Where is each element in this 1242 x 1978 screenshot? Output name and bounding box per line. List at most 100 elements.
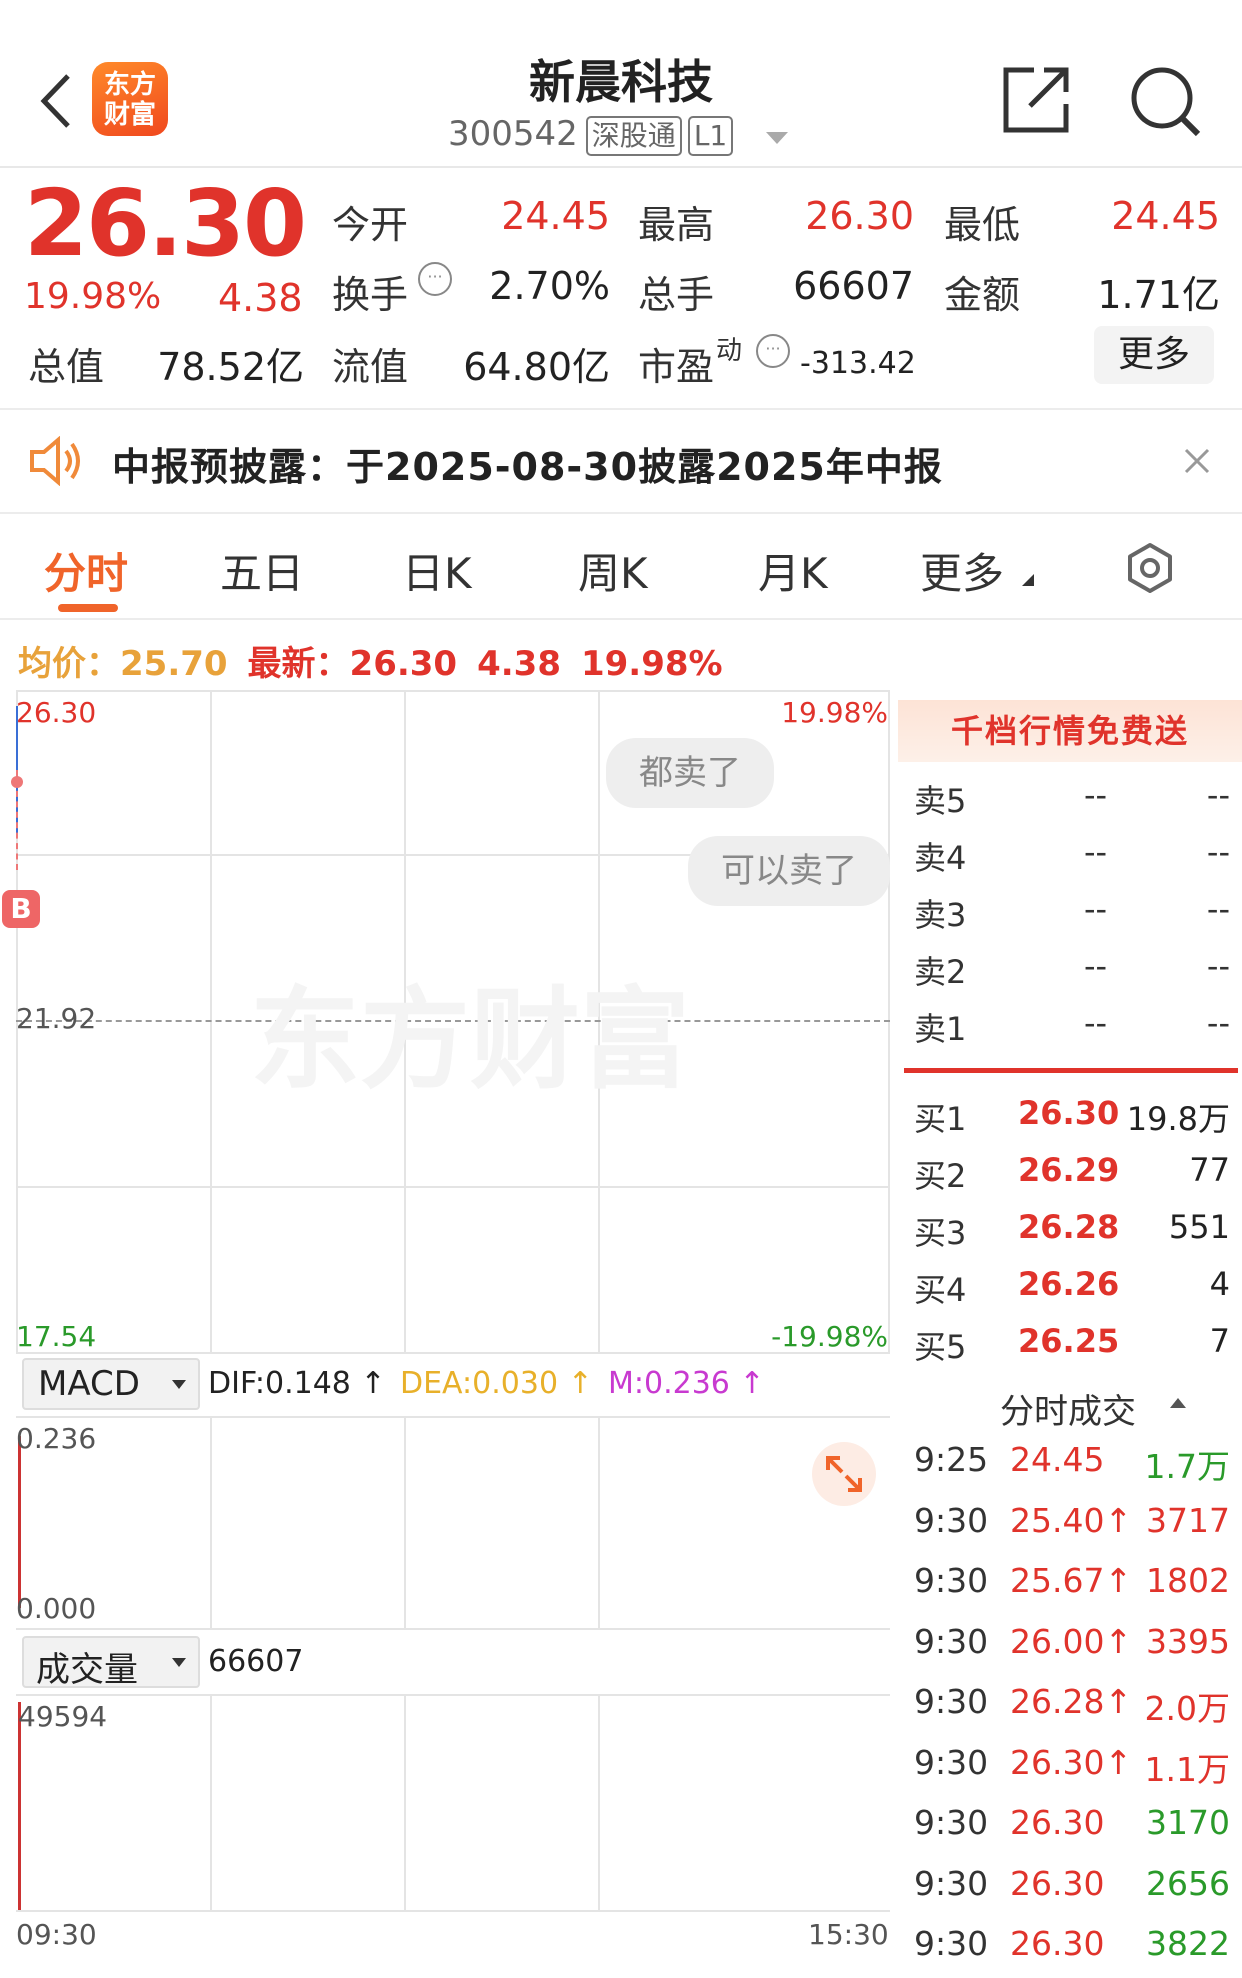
trade-price: 26.30↑ xyxy=(1010,1742,1133,1782)
grid-line xyxy=(598,1694,600,1912)
bid-row[interactable]: 买1 26.30 19.8万 xyxy=(914,1094,1230,1142)
y-bot-label: 17.54 xyxy=(16,1320,97,1353)
ask-qty: -- xyxy=(1206,947,1230,985)
open-value: 24.45 xyxy=(501,194,610,238)
pe-sup: 动 xyxy=(716,336,743,366)
x-end-label: 15:30 xyxy=(808,1918,889,1951)
comment-bubble[interactable]: 可以卖了 xyxy=(688,836,890,906)
expand-arrows-icon xyxy=(826,1456,862,1492)
grid-line xyxy=(210,1416,212,1630)
trade-row[interactable]: 9:30 26.30 2656 xyxy=(914,1864,1230,1914)
trade-qty: 1.1万 xyxy=(1144,1749,1230,1789)
tab-more[interactable]: 更多 xyxy=(920,540,1004,601)
ask-price: -- xyxy=(1084,890,1108,928)
trade-price: 24.45 xyxy=(1010,1440,1105,1479)
search-icon[interactable] xyxy=(1126,62,1206,142)
trade-row[interactable]: 9:30 26.00↑ 3395 xyxy=(914,1622,1230,1672)
ask-row[interactable]: 卖4 -- -- xyxy=(914,833,1230,881)
ask-row[interactable]: 卖1 -- -- xyxy=(914,1004,1230,1052)
bid-row[interactable]: 买3 26.28 551 xyxy=(914,1208,1230,1256)
notice-text[interactable]: 中报预披露：于2025-08-30披露2025年中报 xyxy=(112,436,943,491)
stock-code-line[interactable]: 300542 深股通 L1 xyxy=(448,114,734,156)
speaker-icon xyxy=(30,436,80,486)
price-chart[interactable]: 东方财富 B 26.30 19.98% 21.92 17.54 -19.98% … xyxy=(2,690,890,1354)
tab-week-k[interactable]: 周K xyxy=(578,540,648,601)
bid-row[interactable]: 买2 26.29 77 xyxy=(914,1151,1230,1199)
book-divider xyxy=(904,1068,1238,1073)
trade-row[interactable]: 9:30 26.30↑ 1.1万 xyxy=(914,1743,1230,1793)
grid-line xyxy=(16,1694,890,1696)
grid-line xyxy=(16,1910,890,1912)
macd-bar xyxy=(18,1436,21,1608)
ask-qty: -- xyxy=(1206,833,1230,871)
volume-selector[interactable]: 成交量 xyxy=(22,1636,200,1690)
bid-label: 买4 xyxy=(914,1271,967,1309)
chevron-up-icon[interactable] xyxy=(1170,1398,1186,1408)
chevron-down-icon xyxy=(172,1380,186,1389)
trade-row[interactable]: 9:30 26.30 3170 xyxy=(914,1803,1230,1853)
ask-qty: -- xyxy=(1206,1004,1230,1042)
trade-price: 26.30 xyxy=(1010,1803,1105,1842)
promo-banner[interactable]: 千档行情免费送 xyxy=(898,700,1242,762)
avg-value: 25.70 xyxy=(120,644,228,684)
ask-row[interactable]: 卖5 -- -- xyxy=(914,776,1230,824)
mcap-label: 总值 xyxy=(28,345,105,389)
y-mid-label: 21.92 xyxy=(16,1002,97,1035)
trade-row[interactable]: 9:30 25.40↑ 3717 xyxy=(914,1501,1230,1551)
volume-y-top: 49594 xyxy=(18,1700,108,1733)
ask-row[interactable]: 卖2 -- -- xyxy=(914,947,1230,995)
high-value: 26.30 xyxy=(805,194,914,238)
macd-chart[interactable]: 0.236 0.000 xyxy=(16,1416,890,1630)
macd-y-bot: 0.000 xyxy=(16,1592,97,1625)
macd-selector[interactable]: MACD xyxy=(22,1358,200,1410)
trades-header[interactable]: 分时成交 xyxy=(1000,1384,1136,1433)
volume-value: 66607 xyxy=(793,264,914,308)
bid-row[interactable]: 买5 26.25 7 xyxy=(914,1322,1230,1370)
more-button[interactable]: 更多 xyxy=(1094,326,1214,384)
grid-line xyxy=(404,1694,406,1912)
ask-label: 卖1 xyxy=(914,1010,967,1048)
pe-label: 市盈 xyxy=(638,345,715,389)
comment-bubble[interactable]: 都卖了 xyxy=(606,738,774,808)
bid-price: 26.25 xyxy=(1018,1322,1120,1360)
tab-month-k[interactable]: 月K xyxy=(758,540,828,601)
info-dots-icon[interactable]: ··· xyxy=(756,334,790,368)
trade-row[interactable]: 9:30 25.67↑ 1802 xyxy=(914,1561,1230,1611)
latest-pct: 19.98% xyxy=(580,644,723,684)
ask-row[interactable]: 卖3 -- -- xyxy=(914,890,1230,938)
divider xyxy=(0,408,1242,410)
close-icon[interactable] xyxy=(1184,448,1210,474)
trade-time: 9:25 xyxy=(914,1440,989,1479)
trade-qty: 1.7万 xyxy=(1144,1447,1230,1486)
ask-label: 卖2 xyxy=(914,953,967,991)
tab-five-day[interactable]: 五日 xyxy=(220,540,304,601)
share-icon[interactable] xyxy=(1000,62,1076,136)
trade-time: 9:30 xyxy=(914,1500,989,1540)
trade-row[interactable]: 9:30 26.28↑ 2.0万 xyxy=(914,1682,1230,1732)
chevron-down-icon[interactable] xyxy=(766,132,788,144)
tab-day-k[interactable]: 日K xyxy=(402,540,472,601)
low-label: 最低 xyxy=(944,203,1021,247)
trade-qty: 3822 xyxy=(1146,1924,1230,1963)
connect-tag: 深股通 xyxy=(585,115,682,156)
expand-icon[interactable] xyxy=(812,1442,876,1506)
trade-row[interactable]: 9:25 24.45 1.7万 xyxy=(914,1440,1230,1490)
volume-chart[interactable]: 49594 xyxy=(16,1694,890,1912)
trade-row[interactable]: 9:30 26.30 3822 xyxy=(914,1924,1230,1974)
level-tag: L1 xyxy=(687,115,734,156)
macd-label: MACD xyxy=(38,1364,140,1404)
price-dot xyxy=(11,776,23,788)
trade-time: 9:30 xyxy=(914,1561,989,1600)
bid-price: 26.28 xyxy=(1018,1208,1120,1246)
chevron-down-icon xyxy=(172,1658,186,1667)
tab-intraday[interactable]: 分时 xyxy=(44,540,128,601)
open-label: 今开 xyxy=(332,203,409,247)
bid-row[interactable]: 买4 26.26 4 xyxy=(914,1265,1230,1313)
trade-time: 9:30 xyxy=(914,1863,989,1903)
grid-line xyxy=(888,690,890,1354)
ask-label: 卖5 xyxy=(914,782,967,820)
ask-label: 卖3 xyxy=(914,896,967,934)
bid-price: 26.26 xyxy=(1018,1265,1120,1303)
gear-icon[interactable] xyxy=(1124,542,1176,594)
buy-marker[interactable]: B xyxy=(2,890,40,928)
